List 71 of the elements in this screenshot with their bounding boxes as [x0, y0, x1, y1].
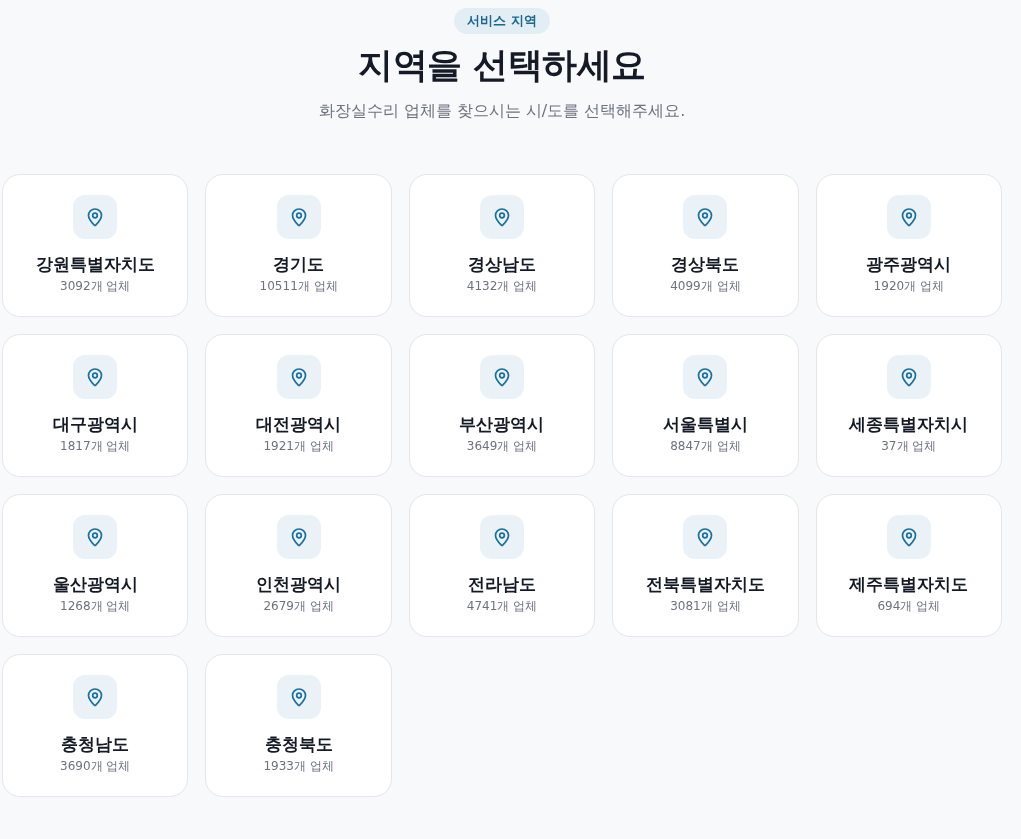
- location-pin-icon: [683, 515, 728, 559]
- region-name: 경상북도: [671, 253, 740, 275]
- region-name: 제주특별자치도: [849, 573, 969, 595]
- region-card[interactable]: 서울특별시 8847개 업체: [612, 334, 799, 477]
- region-name: 서울특별시: [662, 413, 748, 435]
- region-card[interactable]: 경상남도 4132개 업체: [408, 174, 596, 317]
- location-pin-icon: [683, 355, 728, 399]
- region-card[interactable]: 대구광역시 1817개 업체: [2, 334, 189, 477]
- business-count: 3081개 업체: [670, 598, 741, 614]
- region-card[interactable]: 부산광역시 3649개 업체: [408, 334, 596, 477]
- region-name: 경상남도: [468, 253, 536, 275]
- location-pin-icon: [73, 515, 118, 559]
- business-count: 37개 업체: [881, 438, 937, 454]
- location-pin-icon: [73, 355, 118, 399]
- location-pin-icon: [480, 515, 524, 559]
- location-pin-icon: [886, 515, 931, 559]
- location-pin-icon: [276, 515, 321, 559]
- location-pin-icon: [276, 675, 321, 719]
- business-count: 4132개 업체: [466, 278, 538, 294]
- region-name: 전라남도: [468, 573, 536, 595]
- business-count: 4099개 업체: [670, 278, 741, 294]
- business-count: 2679개 업체: [263, 598, 334, 614]
- region-name: 경기도: [273, 253, 325, 275]
- business-count: 1817개 업체: [60, 438, 131, 454]
- region-card[interactable]: 경기도 10511개 업체: [205, 174, 392, 317]
- region-card[interactable]: 강원특별자치도 3092개 업체: [2, 174, 189, 317]
- region-name: 세종특별자치시: [849, 413, 969, 435]
- business-count: 1933개 업체: [263, 758, 334, 774]
- region-card[interactable]: 충청남도 3690개 업체: [2, 654, 189, 797]
- region-card[interactable]: 인천광역시 2679개 업체: [205, 494, 392, 637]
- region-card[interactable]: 충청북도 1933개 업체: [205, 654, 392, 797]
- region-name: 대전광역시: [256, 413, 342, 435]
- region-name: 광주광역시: [866, 253, 952, 275]
- business-count: 8847개 업체: [670, 438, 741, 454]
- region-name: 인천광역시: [256, 573, 342, 595]
- location-pin-icon: [276, 355, 321, 399]
- region-card[interactable]: 전라남도 4741개 업체: [408, 494, 596, 637]
- region-name: 충청남도: [61, 733, 130, 755]
- business-count: 3649개 업체: [466, 438, 538, 454]
- region-card[interactable]: 대전광역시 1921개 업체: [205, 334, 392, 477]
- location-pin-icon: [480, 195, 524, 239]
- region-name: 울산광역시: [52, 573, 138, 595]
- business-count: 10511개 업체: [259, 278, 338, 294]
- location-pin-icon: [886, 195, 931, 239]
- business-count: 1920개 업체: [873, 278, 944, 294]
- location-pin-icon: [73, 195, 118, 239]
- region-card[interactable]: 경상북도 4099개 업체: [612, 174, 799, 317]
- section-badge: 서비스 지역: [454, 8, 550, 34]
- location-pin-icon: [276, 195, 321, 239]
- region-name: 충청북도: [264, 733, 333, 755]
- location-pin-icon: [480, 355, 524, 399]
- location-pin-icon: [73, 675, 118, 719]
- business-count: 694개 업체: [877, 598, 941, 614]
- business-count: 3690개 업체: [60, 758, 131, 774]
- business-count: 4741개 업체: [466, 598, 538, 614]
- page-title: 지역을 선택하세요: [358, 44, 646, 87]
- region-card[interactable]: 세종특별자치시 37개 업체: [815, 334, 1002, 477]
- region-name: 대구광역시: [52, 413, 138, 435]
- location-pin-icon: [683, 195, 728, 239]
- business-count: 1268개 업체: [60, 598, 131, 614]
- region-card[interactable]: 울산광역시 1268개 업체: [2, 494, 189, 637]
- region-name: 부산광역시: [459, 413, 545, 435]
- region-card[interactable]: 광주광역시 1920개 업체: [815, 174, 1002, 317]
- business-count: 1921개 업체: [263, 438, 334, 454]
- region-card[interactable]: 제주특별자치도 694개 업체: [815, 494, 1002, 637]
- region-card[interactable]: 전북특별자치도 3081개 업체: [612, 494, 799, 637]
- location-pin-icon: [886, 355, 931, 399]
- business-count: 3092개 업체: [60, 278, 131, 294]
- region-name: 강원특별자치도: [35, 253, 155, 275]
- page-subtitle: 화장실수리 업체를 찾으시는 시/도를 선택해주세요.: [318, 100, 686, 122]
- region-name: 전북특별자치도: [645, 573, 765, 595]
